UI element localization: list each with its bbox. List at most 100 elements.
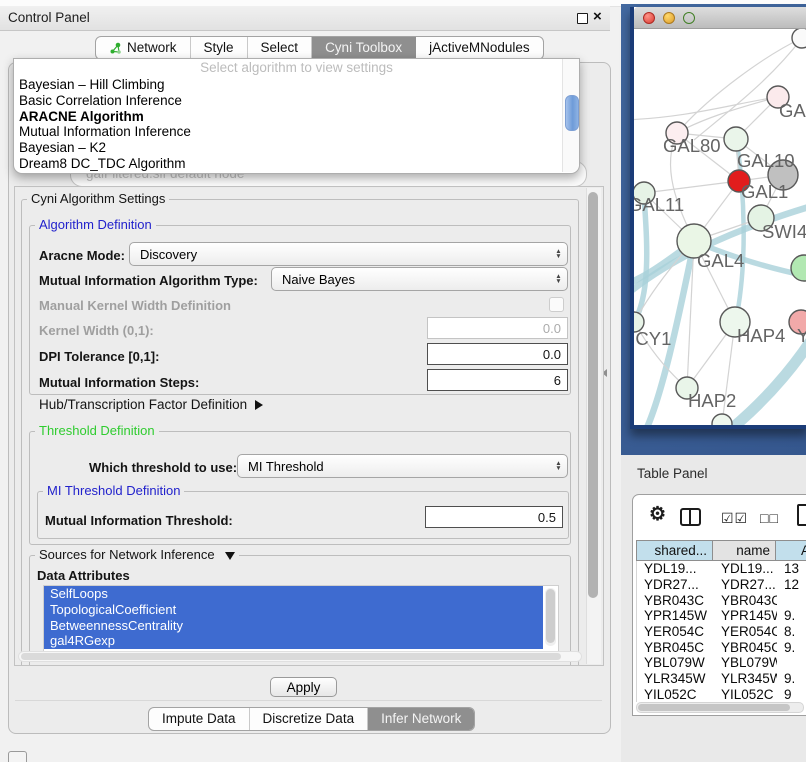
zoom-traffic-light[interactable]: [683, 12, 695, 24]
table-cell: YLR345W: [637, 671, 714, 687]
table-cell: YIL052C: [637, 687, 714, 703]
attribute-item-topologicalcoefficient[interactable]: TopologicalCoefficient: [44, 602, 543, 618]
table-cell: 12: [777, 577, 806, 593]
collapsed-panel-icon[interactable]: [8, 751, 27, 762]
table-row[interactable]: YPR145WYPR145W9.: [637, 608, 806, 624]
tab-network-label: Network: [127, 37, 177, 59]
node-label-gal1: GAL1: [741, 181, 788, 202]
table-cell: YBR045C: [714, 639, 777, 655]
close-window-icon[interactable]: ×: [593, 8, 602, 25]
table-cell: 13: [777, 561, 806, 577]
hub-definition-label: Hub/Transcription Factor Definition: [39, 397, 247, 412]
network-node-gal10[interactable]: [724, 127, 748, 151]
table-cell: [777, 655, 806, 671]
settings-vscrollbar-thumb[interactable]: [588, 192, 598, 598]
mi-threshold-label: Mutual Information Threshold:: [45, 513, 233, 528]
close-traffic-light[interactable]: [643, 12, 655, 24]
node-label-y: Y: [797, 325, 806, 346]
algorithm-option-bayesian-k2[interactable]: Bayesian – K2: [14, 140, 579, 156]
kernel-width-field[interactable]: 0.0: [427, 317, 568, 339]
table-row[interactable]: YER054CYER054C8.: [637, 624, 806, 640]
network-window-titlebar[interactable]: [634, 7, 806, 29]
mi-steps-label: Mutual Information Steps:: [39, 375, 199, 390]
mi-type-label: Mutual Information Algorithm Type:: [39, 273, 258, 288]
mi-threshold-group-title: MI Threshold Definition: [43, 484, 184, 497]
algorithm-option-list: Bayesian – Hill ClimbingBasic Correlatio…: [14, 77, 579, 172]
settings-hscrollbar-thumb[interactable]: [21, 653, 561, 660]
tab-cyni-toolbox[interactable]: Cyni Toolbox: [312, 37, 416, 59]
table-cell: YER054C: [714, 624, 777, 640]
bottom-tab-infer-network[interactable]: Infer Network: [368, 708, 474, 730]
network-node[interactable]: [791, 255, 806, 281]
mi-steps-field[interactable]: 6: [427, 369, 568, 391]
mi-threshold-field[interactable]: 0.5: [425, 506, 563, 528]
table-row[interactable]: YDR27...YDR27...12: [637, 577, 806, 593]
algorithm-option-aracne-algorithm[interactable]: ARACNE Algorithm: [14, 109, 579, 125]
mi-type-combo[interactable]: Naive Bayes ▲▼: [271, 267, 568, 291]
data-attributes-label: Data Attributes: [37, 568, 130, 583]
algorithm-option-bayesian-hill-climbing[interactable]: Bayesian – Hill Climbing: [14, 77, 579, 93]
combo-spinner-icon: ▲▼: [550, 274, 567, 284]
deselect-checkboxes-icon[interactable]: □□: [760, 510, 779, 526]
settings-gear-icon[interactable]: ⚙: [649, 504, 666, 526]
table-row[interactable]: YDL19...YDL19...13: [637, 561, 806, 577]
column-header-a[interactable]: A: [776, 540, 806, 561]
manual-kernel-checkbox[interactable]: [549, 297, 564, 312]
table-row[interactable]: YBR043CYBR043C: [637, 592, 806, 608]
attribute-item-selfloops[interactable]: SelfLoops: [44, 586, 543, 602]
column-header-name[interactable]: name: [713, 540, 776, 561]
table-row[interactable]: YLR345WYLR345W9.: [637, 671, 806, 687]
node-label-gal11: GAL11: [634, 194, 684, 215]
kernel-width-label: Kernel Width (0,1):: [39, 323, 154, 338]
attribute-item-gal4rgexp[interactable]: gal4RGexp: [44, 633, 543, 649]
apply-button[interactable]: Apply: [270, 677, 337, 697]
attribute-item-betweennesscentrality[interactable]: BetweennessCentrality: [44, 618, 543, 634]
new-table-icon[interactable]: [797, 504, 806, 526]
algorithm-option-basic-correlation-inference[interactable]: Basic Correlation Inference: [14, 93, 579, 109]
table-row[interactable]: YIL052CYIL052C9: [637, 687, 806, 703]
which-threshold-combo[interactable]: MI Threshold ▲▼: [237, 454, 568, 478]
table-body: YDL19...YDL19...13YDR27...YDR27...12YBR0…: [636, 561, 806, 702]
tab-select[interactable]: Select: [248, 37, 313, 59]
tab-jactivemnodules[interactable]: jActiveMNodules: [416, 37, 543, 59]
hub-definition-expander[interactable]: Hub/Transcription Factor Definition: [39, 397, 263, 412]
network-node[interactable]: [792, 29, 806, 48]
float-window-icon[interactable]: [577, 13, 588, 24]
cyni-settings-scroll-area: Cyni Algorithm Settings Algorithm Defini…: [14, 186, 604, 666]
table-cell: YDR27...: [637, 577, 714, 593]
column-header-shared[interactable]: shared...: [636, 540, 713, 561]
bottom-tab-discretize-data-label: Discretize Data: [263, 708, 355, 730]
popup-scrollbar-track[interactable]: [562, 59, 579, 172]
table-cell: YLR345W: [714, 671, 777, 687]
table-cell: YBR043C: [637, 592, 714, 608]
table-hscrollbar-thumb[interactable]: [638, 704, 790, 711]
minimize-traffic-light[interactable]: [663, 12, 675, 24]
network-canvas[interactable]: GALGAL80GAL10GAL1GAL11GAL4SWI4GCY1HAP4YH…: [634, 29, 806, 425]
aracne-mode-label: Aracne Mode:: [39, 248, 125, 263]
tab-jactivemnodules-label: jActiveMNodules: [429, 37, 530, 59]
table-cell: 9.: [777, 671, 806, 687]
bottom-tab-discretize-data[interactable]: Discretize Data: [250, 708, 369, 730]
select-all-checkboxes-icon[interactable]: ☑☑: [721, 510, 748, 527]
table-row[interactable]: YBL079WYBL079W: [637, 655, 806, 671]
combo-spinner-icon: ▲▼: [550, 461, 567, 471]
node-label-gcy1: GCY1: [634, 328, 671, 349]
column-layout-icon[interactable]: [680, 508, 701, 526]
table-row[interactable]: YBR045CYBR045C9.: [637, 639, 806, 655]
which-threshold-value: MI Threshold: [238, 459, 550, 474]
dpi-tolerance-field[interactable]: 0.0: [427, 343, 568, 365]
table-cell: YBR043C: [714, 592, 777, 608]
table-cell: 8.: [777, 624, 806, 640]
aracne-mode-combo[interactable]: Discovery ▲▼: [129, 242, 568, 266]
sources-title-text: Sources for Network Inference: [39, 547, 215, 562]
tab-network[interactable]: Network: [96, 37, 191, 59]
network-node[interactable]: [712, 414, 732, 425]
list-scrollbar-track[interactable]: [545, 588, 556, 646]
algorithm-option-dream8-dc-tdc-algorithm[interactable]: Dream8 DC_TDC Algorithm: [14, 156, 579, 172]
tab-style[interactable]: Style: [191, 37, 248, 59]
algorithm-option-mutual-information-inference[interactable]: Mutual Information Inference: [14, 124, 579, 140]
bottom-tab-impute-data[interactable]: Impute Data: [149, 708, 250, 730]
list-scrollbar-thumb[interactable]: [546, 589, 555, 643]
sources-group-title[interactable]: Sources for Network Inference: [35, 548, 239, 561]
popup-scrollbar-thumb[interactable]: [565, 95, 579, 131]
